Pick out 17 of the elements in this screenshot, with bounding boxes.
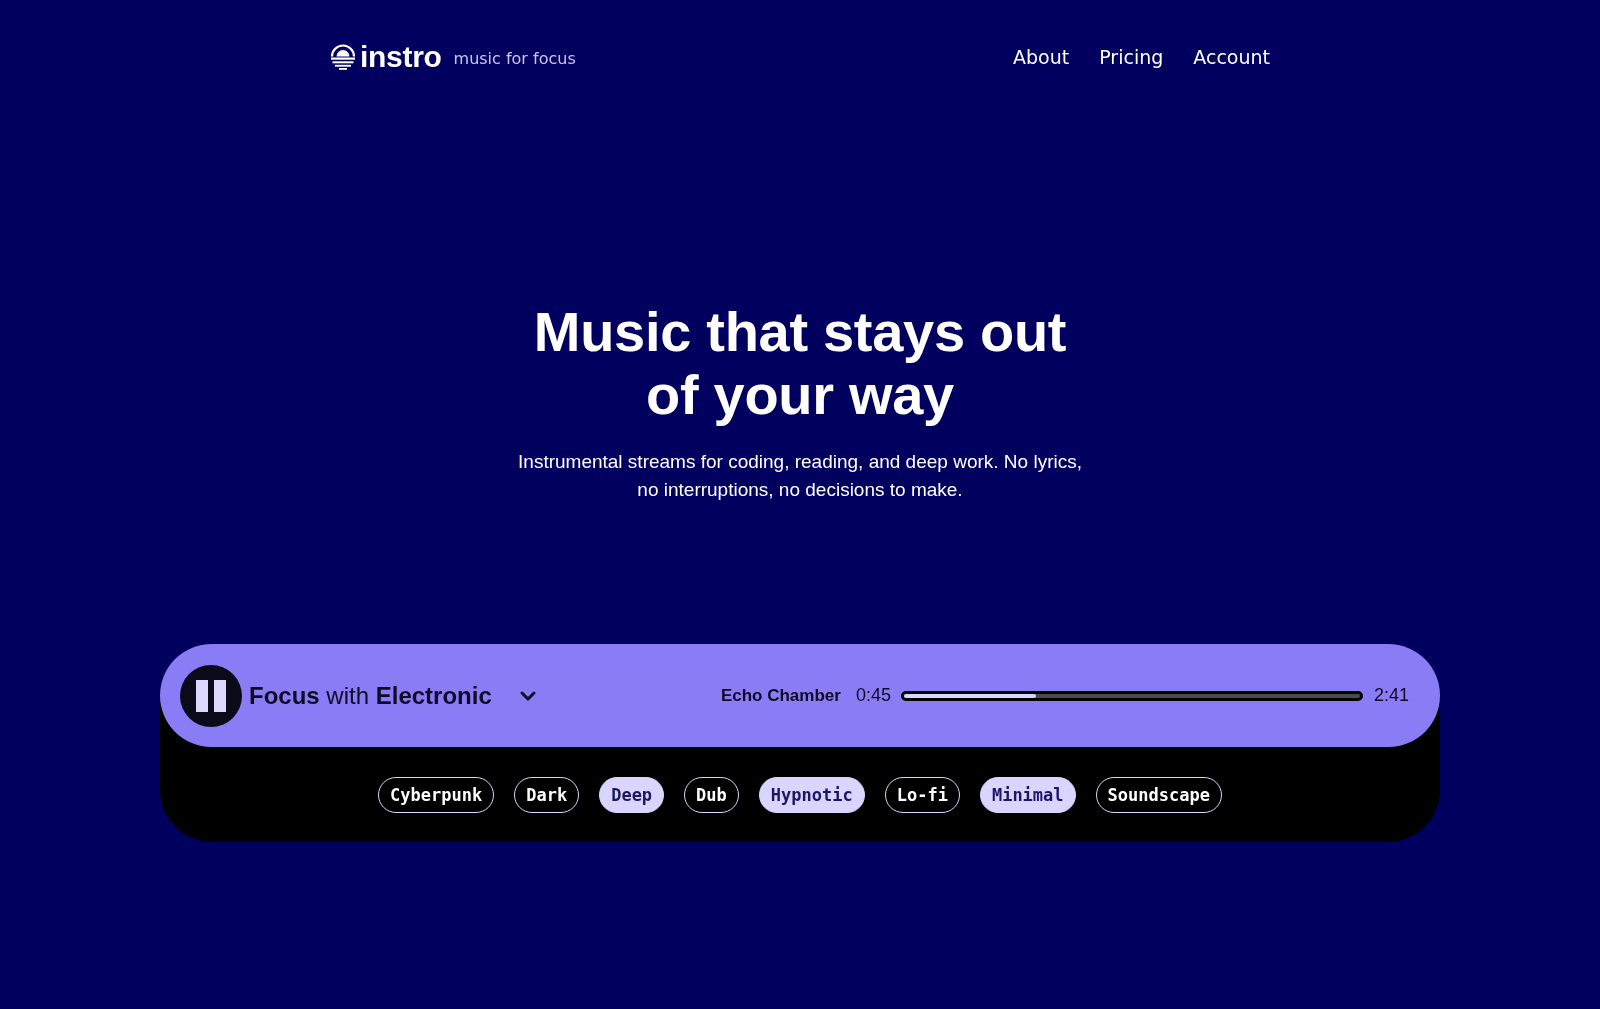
chevron-down-icon — [519, 690, 536, 701]
nav-link[interactable]: About — [1013, 46, 1070, 68]
hero-heading: Music that stays out of your way — [532, 300, 1068, 426]
genre-tag[interactable]: Hypnotic — [758, 776, 865, 813]
logo-tagline: music for focus — [453, 49, 576, 68]
station-dropdown[interactable]: Focus with Electronic — [249, 677, 536, 714]
logo-wordmark: instro — [360, 40, 442, 74]
hero-subtitle: Instrumental streams for coding, reading, and deep work. No lyrics, no interruptions, no decisions to make. — [517, 450, 1083, 502]
nav-link[interactable]: Pricing — [1099, 46, 1164, 68]
track-title: Echo Chamber — [720, 685, 841, 706]
genre-tag[interactable]: Minimal — [979, 776, 1076, 813]
elapsed-time: 0:45 — [855, 685, 891, 706]
logo-icon — [330, 44, 356, 70]
nav-link[interactable]: Account — [1193, 46, 1270, 68]
progress-track[interactable] — [900, 690, 1363, 701]
genre-tag[interactable]: Deep — [599, 776, 665, 813]
track-duration: 2:41 — [1373, 685, 1409, 706]
